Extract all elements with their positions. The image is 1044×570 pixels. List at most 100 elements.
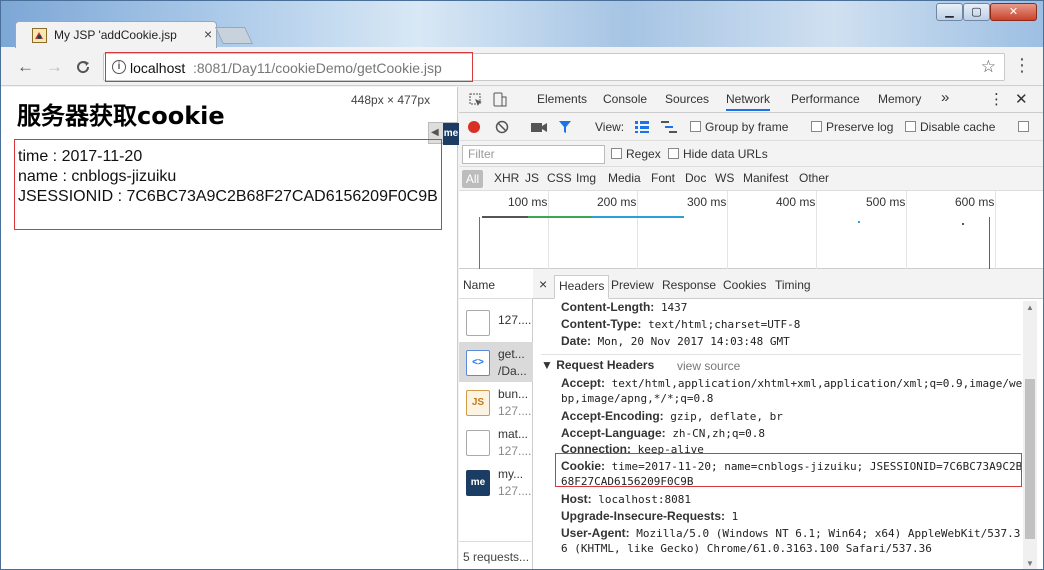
name-column-header[interactable]: Name [459, 269, 533, 299]
tab-performance[interactable]: Performance [791, 92, 860, 106]
request-name: 127.... [498, 313, 532, 327]
request-bar [482, 216, 528, 218]
type-doc[interactable]: Doc [685, 171, 706, 185]
view-source-link[interactable]: view source [677, 359, 740, 373]
tab-console[interactable]: Console [603, 92, 647, 106]
tick-gridline [727, 191, 728, 269]
type-img[interactable]: Img [576, 171, 596, 185]
request-host: 127.... [498, 484, 532, 498]
request-headers-title[interactable]: ▼ Request Headers [541, 358, 654, 372]
tab-cookies[interactable]: Cookies [723, 278, 766, 292]
devtools-menu-icon[interactable]: ⋮ [989, 90, 1004, 108]
tick-label: 300 ms [687, 195, 727, 209]
header-value: localhost:8081 [598, 493, 692, 506]
disable-cache-label: Disable cache [920, 120, 996, 134]
device-toolbar-icon[interactable] [493, 92, 507, 108]
header-accept-cont: bp,image/apng,*/*;q=0.8 [561, 392, 714, 405]
request-row[interactable]: JS bun... 127.... [459, 382, 533, 422]
network-overview-timeline[interactable]: 100 ms 200 ms 300 ms 400 ms 500 ms 600 m… [459, 191, 1043, 269]
minimize-icon: ▁ [945, 6, 954, 18]
hide-data-urls-checkbox[interactable]: Hide data URLs [668, 147, 768, 161]
header-value: text/html;charset=UTF-8 [648, 318, 801, 331]
header-value: zh-CN,zh;q=0.8 [672, 427, 766, 440]
request-name-text: bun... [498, 387, 529, 401]
forward-arrow-icon[interactable]: → [46, 57, 63, 77]
tab-sources[interactable]: Sources [665, 92, 709, 106]
minimize-button[interactable]: ▁ [936, 3, 963, 21]
browser-tab[interactable]: My JSP 'addCookie.jsp × [15, 21, 217, 49]
request-details: × Headers Preview Response Cookies Timin… [533, 269, 1043, 569]
disable-cache-checkbox[interactable]: Disable cache [905, 120, 995, 134]
maximize-button[interactable]: ▢ [963, 3, 990, 21]
header-user-agent-cont: 6 (KHTML, like Gecko) Chrome/61.0.3163.1… [561, 542, 932, 555]
tab-response[interactable]: Response [662, 278, 716, 292]
checkbox-icon [690, 121, 701, 132]
document-file-icon [466, 310, 490, 336]
tab-elements[interactable]: Elements [537, 92, 587, 106]
header-value: Mozilla/5.0 (Windows NT 6.1; Win64; x64)… [636, 527, 1021, 540]
type-xhr[interactable]: XHR [494, 171, 519, 185]
type-all[interactable]: All [462, 170, 483, 188]
title-bar: My JSP 'addCookie.jsp × ▁ ▢ ✕ [1, 1, 1043, 49]
header-accept-language: Accept-Language: zh-CN,zh;q=0.8 [561, 425, 765, 442]
tick-gridline [548, 191, 549, 269]
header-host: Host: localhost:8081 [561, 491, 691, 508]
record-icon[interactable] [468, 121, 480, 133]
url-highlight-box [105, 52, 473, 82]
large-rows-icon[interactable] [635, 121, 649, 133]
tab-close-icon[interactable]: × [204, 26, 212, 42]
request-bar [592, 216, 684, 218]
devtools-close-icon[interactable]: ✕ [1015, 90, 1028, 108]
collapse-arrow-icon: ◀ [431, 127, 439, 138]
tab-network[interactable]: Network [726, 92, 771, 111]
more-tabs-icon[interactable]: » [941, 89, 949, 106]
tab-timing[interactable]: Timing [775, 278, 811, 292]
request-row-selected[interactable]: <> get... /Da... [459, 342, 533, 382]
request-row[interactable]: mat... 127.... [459, 422, 533, 462]
scroll-thumb[interactable] [1025, 379, 1035, 539]
screenshot-camera-icon[interactable] [531, 121, 547, 133]
regex-checkbox[interactable]: Regex [611, 147, 661, 161]
tab-memory[interactable]: Memory [878, 92, 921, 106]
header-accept-encoding: Accept-Encoding: gzip, deflate, br [561, 408, 783, 425]
details-close-icon[interactable]: × [539, 276, 547, 292]
scroll-up-icon[interactable]: ▲ [1026, 303, 1034, 312]
type-manifest[interactable]: Manifest [743, 171, 788, 185]
header-value: 1437 [660, 301, 688, 314]
scroll-down-icon[interactable]: ▼ [1026, 559, 1034, 568]
request-row[interactable]: 127.... [459, 302, 533, 342]
type-css[interactable]: CSS [547, 171, 572, 185]
filter-input[interactable]: Filter [462, 145, 605, 164]
offline-checkbox[interactable] [1018, 120, 1033, 134]
preserve-log-label: Preserve log [826, 120, 894, 134]
type-other[interactable]: Other [799, 171, 829, 185]
type-ws[interactable]: WS [715, 171, 734, 185]
request-list: Name 127.... <> get... /Da... JS bun... 12… [459, 269, 533, 569]
browser-menu-icon[interactable]: ⋮ [1013, 56, 1031, 74]
type-js[interactable]: JS [525, 171, 539, 185]
close-window-button[interactable]: ✕ [990, 3, 1037, 21]
clear-icon[interactable] [495, 120, 509, 134]
preserve-log-checkbox[interactable]: Preserve log [811, 120, 893, 134]
waterfall-overview-icon[interactable] [661, 121, 677, 133]
header-key: Host: [561, 492, 592, 506]
reload-icon[interactable] [75, 59, 91, 75]
tab-headers[interactable]: Headers [554, 275, 610, 299]
bookmark-star-icon[interactable]: ☆ [981, 57, 996, 77]
group-by-frame-checkbox[interactable]: Group by frame [690, 120, 788, 134]
dom-content-loaded-line [479, 217, 480, 269]
details-scrollbar[interactable]: ▲ ▼ [1023, 301, 1037, 569]
resource-type-filter: All XHR JS CSS Img Media Font Doc WS Man… [459, 167, 1043, 191]
new-tab-button[interactable] [215, 27, 253, 44]
inspect-element-icon[interactable] [469, 93, 483, 107]
request-name: get... /Da... [498, 346, 527, 380]
request-row[interactable]: me my... 127.... [459, 462, 533, 502]
tab-preview[interactable]: Preview [611, 278, 654, 292]
type-font[interactable]: Font [651, 171, 675, 185]
filter-funnel-icon[interactable] [558, 120, 572, 134]
js-file-icon: JS [466, 390, 490, 416]
back-arrow-icon[interactable]: ← [17, 57, 34, 77]
tick-gridline [816, 191, 817, 269]
type-media[interactable]: Media [608, 171, 641, 185]
hide-data-urls-label: Hide data URLs [683, 147, 768, 161]
